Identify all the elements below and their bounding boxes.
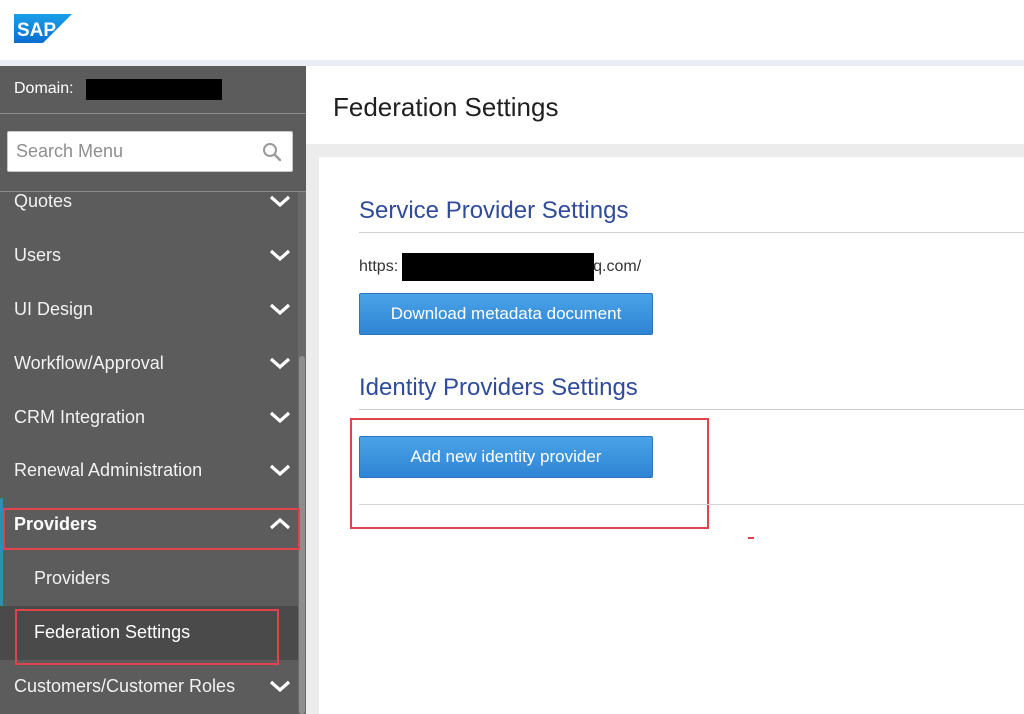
sidebar-item-renewal-administration[interactable]: Renewal Administration <box>0 444 298 498</box>
sap-logo[interactable]: SAP <box>14 14 72 43</box>
chevron-down-icon <box>269 680 291 693</box>
page-title: Federation Settings <box>333 92 559 122</box>
url-redaction <box>402 253 594 281</box>
download-metadata-button[interactable]: Download metadata document <box>359 293 653 335</box>
sidebar-item-customers-customer-roles[interactable]: Customers/Customer Roles <box>0 660 298 714</box>
sidebar-item-label: Users <box>14 245 62 265</box>
chevron-down-icon <box>269 303 291 316</box>
sidebar-item-label: Quotes <box>14 191 73 211</box>
section-divider <box>359 504 1024 505</box>
chevron-down-icon <box>269 357 291 370</box>
annotation-mark <box>748 537 754 539</box>
providers-highlight-box <box>3 508 300 550</box>
domain-row: Domain: <box>0 66 306 114</box>
chevron-down-icon <box>269 249 291 262</box>
domain-divider <box>0 113 306 114</box>
sidebar-item-workflow-approval[interactable]: Workflow/Approval <box>0 337 298 391</box>
identity-providers-settings-title: Identity Providers Settings <box>359 374 638 401</box>
sidebar-item-crm-integration[interactable]: CRM Integration <box>0 391 298 445</box>
sidebar-subitem-label: Providers <box>34 568 111 588</box>
sidebar-item-ui-design[interactable]: UI Design <box>0 283 298 337</box>
domain-redaction <box>86 79 222 100</box>
section-divider <box>359 232 1024 233</box>
chevron-down-icon <box>269 464 291 477</box>
metadata-url-suffix: q.com/ <box>593 258 642 275</box>
domain-label: Domain: <box>14 80 74 97</box>
service-provider-settings-title: Service Provider Settings <box>359 197 629 224</box>
search-icon[interactable] <box>262 142 282 162</box>
metadata-url-prefix: https: <box>359 258 399 275</box>
sidebar-item-label: Customers/Customer Roles <box>14 676 236 696</box>
sidebar-item-label: Renewal Administration <box>14 460 203 480</box>
sidebar-subitem-providers[interactable]: Providers <box>0 552 298 606</box>
sidebar-item-label: Workflow/Approval <box>14 353 164 373</box>
svg-text:SAP: SAP <box>17 20 56 41</box>
chevron-down-icon <box>269 411 291 424</box>
sidebar-item-quotes[interactable]: Quotes <box>0 175 298 229</box>
search-menu-input[interactable] <box>8 132 258 171</box>
sidebar-item-label: UI Design <box>14 299 94 319</box>
federation-settings-highlight-box <box>15 609 279 665</box>
chevron-down-icon <box>269 195 291 208</box>
search-menu-box <box>7 131 293 172</box>
sidebar-item-users[interactable]: Users <box>0 229 298 283</box>
top-bar: SAP <box>0 0 1024 60</box>
add-identity-provider-highlight-box <box>350 418 709 529</box>
section-divider <box>359 409 1024 410</box>
sidebar-item-label: CRM Integration <box>14 407 146 427</box>
